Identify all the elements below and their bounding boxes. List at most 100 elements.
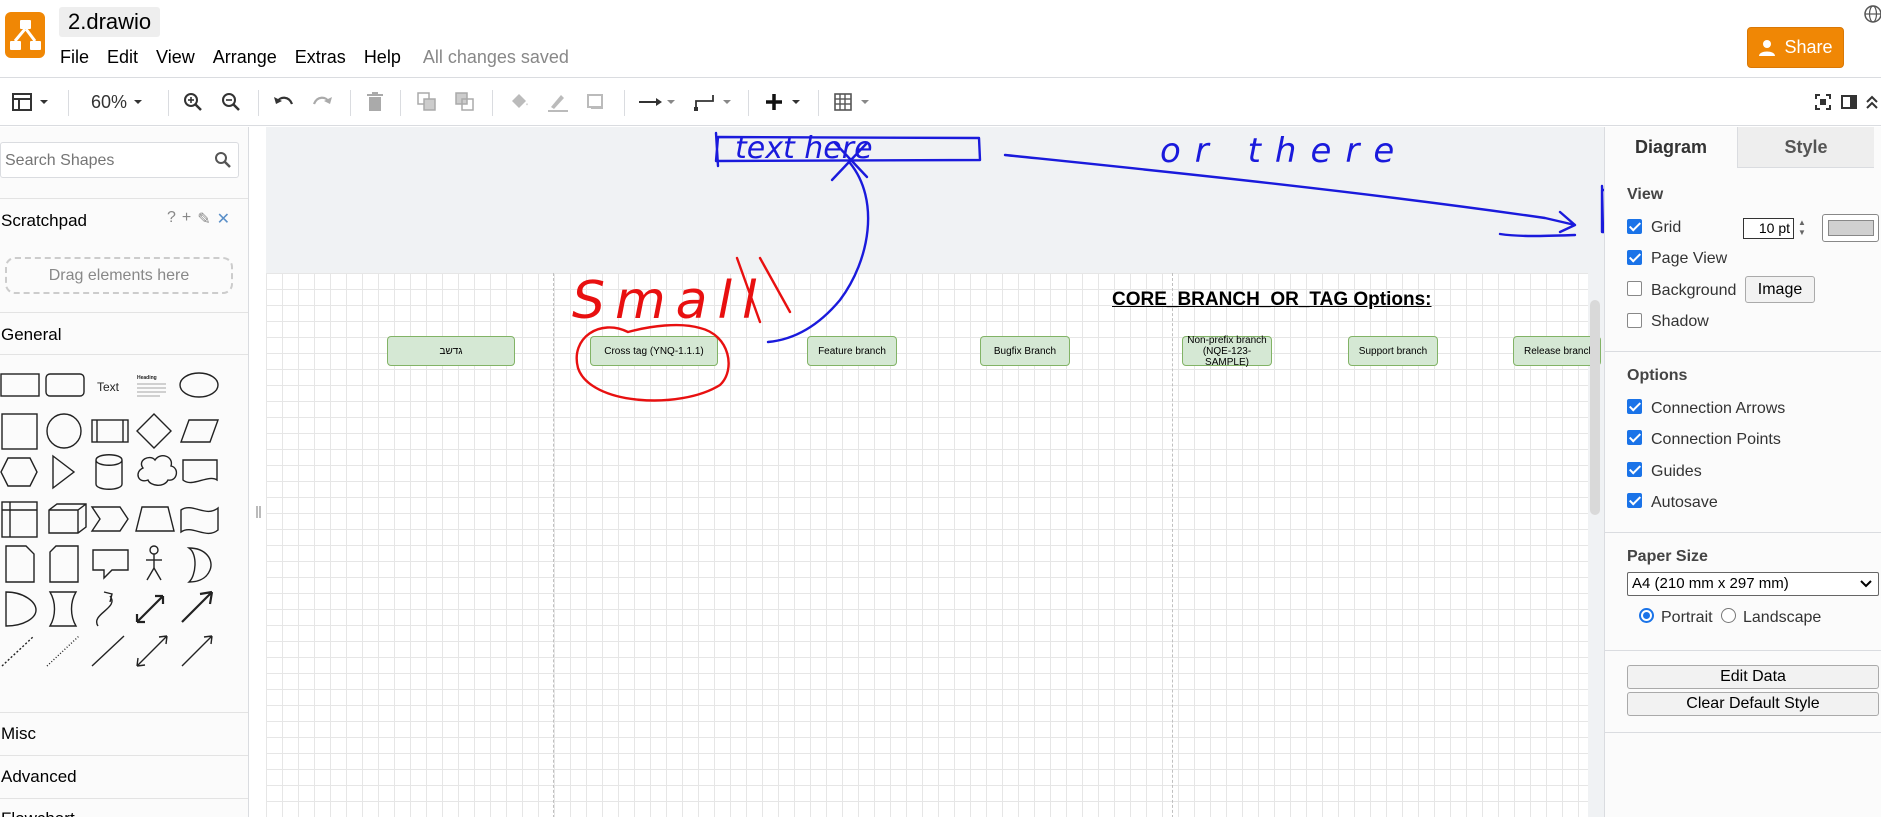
layout-icon (12, 93, 48, 111)
close-icon[interactable]: ✕ (217, 209, 230, 229)
drawio-logo[interactable] (5, 12, 45, 58)
shadow-checkbox[interactable] (1627, 313, 1642, 328)
edit-icon[interactable]: ✎ (197, 209, 210, 229)
shadow-label: Shadow (1651, 313, 1709, 330)
menu-view[interactable]: View (156, 47, 195, 68)
line-color-button[interactable] (544, 88, 572, 116)
shadow-icon (587, 94, 603, 109)
undo-icon (274, 96, 294, 105)
tab-diagram[interactable]: Diagram (1605, 127, 1738, 168)
general-section-title[interactable]: General (1, 325, 61, 345)
menu-edit[interactable]: Edit (107, 47, 138, 68)
scratchpad-actions: ? + ✎ ✕ (167, 209, 230, 229)
guides-checkbox[interactable] (1627, 462, 1642, 477)
zoom-out-icon (222, 93, 240, 111)
branch-box-release[interactable]: Release branch (1513, 336, 1601, 366)
connection-points-checkbox[interactable] (1627, 430, 1642, 445)
user-icon (1759, 39, 1776, 56)
waypoints-button[interactable] (692, 88, 734, 116)
background-image-button[interactable]: Image (1745, 276, 1815, 303)
general-shapes-palette[interactable]: Text Heading (0, 364, 240, 694)
grid-size-spinner[interactable]: ▲ ▼ (1796, 218, 1808, 239)
page-view-checkbox[interactable] (1627, 250, 1642, 265)
search-input[interactable] (3, 149, 208, 173)
diagram-title-text[interactable]: CORE_BRANCH_OR_TAG Options: (1112, 289, 1432, 311)
collapse-button[interactable] (1862, 88, 1881, 116)
connection-points-label: Connection Points (1651, 431, 1781, 448)
zoom-in-icon (184, 93, 202, 111)
search-box (0, 142, 239, 178)
menu-help[interactable]: Help (364, 47, 401, 68)
diagram-canvas[interactable] (266, 127, 1604, 817)
help-icon[interactable]: ? (167, 209, 176, 229)
delete-button[interactable] (362, 88, 388, 116)
menu-extras[interactable]: Extras (295, 47, 346, 68)
landscape-label: Landscape (1743, 609, 1822, 626)
connection-arrows-checkbox[interactable] (1627, 399, 1642, 414)
landscape-radio[interactable] (1721, 608, 1736, 623)
autosave-checkbox[interactable] (1627, 493, 1642, 508)
view-section-title: View (1627, 186, 1664, 203)
canvas-vertical-scrollbar[interactable] (1590, 300, 1600, 515)
zoom-out-button[interactable] (218, 88, 244, 116)
options-section-title: Options (1627, 367, 1688, 384)
collapse-icon (1866, 95, 1878, 109)
table-icon (834, 93, 869, 111)
scratchpad-drop-area[interactable]: Drag elements here (5, 257, 233, 294)
fullscreen-button[interactable] (1812, 88, 1834, 116)
connection-style-button[interactable] (636, 88, 678, 116)
format-panel-button[interactable] (1838, 88, 1860, 116)
add-icon[interactable]: + (182, 209, 191, 229)
to-back-button[interactable] (452, 88, 478, 116)
globe-icon[interactable] (1863, 4, 1881, 24)
branch-box-cross-tag[interactable]: Cross tag (YNQ-1.1.1) (590, 336, 718, 366)
scratchpad-title[interactable]: Scratchpad (1, 211, 87, 231)
zoom-select[interactable]: 60% (82, 88, 154, 116)
paper-size-value: A4 (210 mm x 297 mm) (1632, 575, 1789, 592)
portrait-radio[interactable] (1639, 608, 1654, 623)
search-icon[interactable] (214, 151, 232, 169)
share-label: Share (1784, 37, 1833, 57)
menu-arrange[interactable]: Arrange (213, 47, 277, 68)
shadow-button[interactable] (582, 88, 610, 116)
branch-box-hebrew[interactable]: גדשב (387, 336, 515, 366)
branch-box-non-prefix[interactable]: Non-prefix branch (NQE-123-SAMPLE) (1182, 335, 1272, 368)
table-button[interactable] (832, 88, 874, 116)
header: 2.drawio File Edit View Arrange Extras H… (0, 0, 1881, 78)
advanced-section-title[interactable]: Advanced (1, 767, 77, 787)
paper-size-select[interactable]: A4 (210 mm x 297 mm) (1627, 572, 1879, 596)
delete-icon (367, 92, 383, 111)
chevron-down-icon (1860, 580, 1872, 588)
layout-button[interactable] (8, 88, 54, 116)
branch-box-feature[interactable]: Feature branch (807, 336, 897, 366)
to-back-icon (455, 92, 474, 111)
edit-data-button[interactable]: Edit Data (1627, 665, 1879, 689)
drawio-logo-icon (10, 20, 41, 50)
grid-checkbox[interactable] (1627, 219, 1642, 234)
undo-button[interactable] (270, 88, 298, 116)
share-button[interactable]: Share (1747, 27, 1844, 68)
file-title[interactable]: 2.drawio (59, 7, 161, 37)
connection-icon (639, 98, 675, 106)
branch-box-support[interactable]: Support branch (1348, 336, 1438, 366)
autosave-label: Autosave (1651, 494, 1718, 511)
insert-button[interactable] (762, 88, 806, 116)
sidebar-resize-handle[interactable] (256, 505, 262, 519)
fill-color-icon (512, 94, 528, 108)
background-checkbox[interactable] (1627, 281, 1642, 296)
menu-file[interactable]: File (60, 47, 89, 68)
clear-default-style-button[interactable]: Clear Default Style (1627, 692, 1879, 716)
page-break-line (553, 273, 554, 817)
fill-color-button[interactable] (506, 88, 534, 116)
grid-size-input[interactable]: 10 pt (1743, 218, 1794, 239)
format-panel: Diagram Style View Grid 10 pt ▲ ▼ Page Vi… (1604, 127, 1881, 817)
chevron-down-icon (134, 100, 143, 104)
tab-style[interactable]: Style (1738, 127, 1874, 168)
flowchart-section-title[interactable]: Flowchart (1, 809, 75, 817)
redo-button[interactable] (308, 88, 336, 116)
to-front-button[interactable] (414, 88, 440, 116)
grid-color-swatch[interactable] (1822, 214, 1879, 242)
misc-section-title[interactable]: Misc (1, 724, 36, 744)
zoom-in-button[interactable] (180, 88, 206, 116)
branch-box-bugfix[interactable]: Bugfix Branch (980, 336, 1070, 366)
